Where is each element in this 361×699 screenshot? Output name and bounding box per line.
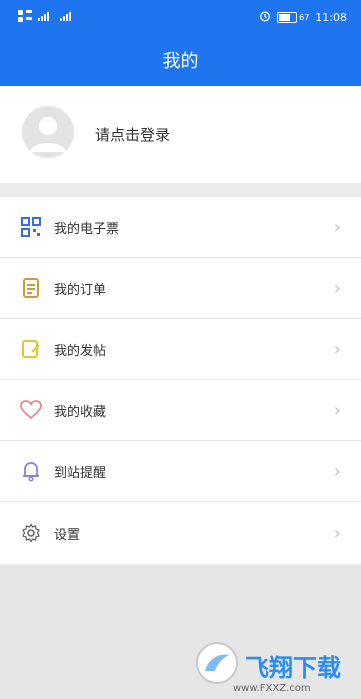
- watermark-brand: 飞翔下载: [245, 653, 341, 682]
- menu-item-arrival-reminder[interactable]: 到站提醒 ›: [0, 441, 361, 502]
- chevron-right-icon: ›: [333, 460, 341, 482]
- menu-item-favorites[interactable]: 我的收藏 ›: [0, 380, 361, 441]
- menu-item-label: 我的发帖: [54, 343, 107, 359]
- menu-item-orders[interactable]: 我的订单 ›: [0, 258, 361, 319]
- sim-icon: [18, 10, 32, 25]
- chevron-right-icon: ›: [333, 338, 341, 360]
- status-left: [18, 10, 76, 25]
- menu-item-label: 我的电子票: [54, 221, 120, 237]
- signal-icon-2: [60, 11, 76, 24]
- status-time: 11:08: [315, 11, 347, 24]
- gear-icon: [20, 522, 42, 544]
- chevron-right-icon: ›: [333, 399, 341, 421]
- battery-level: 67: [299, 13, 310, 22]
- alarm-icon: [259, 10, 271, 25]
- post-icon: [20, 338, 42, 360]
- page-title: 我的: [162, 51, 199, 72]
- menu-item-label: 我的订单: [54, 282, 107, 298]
- avatar[interactable]: [22, 106, 74, 158]
- status-bar: 67 11:08: [0, 0, 361, 34]
- qr-code-icon: [20, 216, 42, 238]
- order-icon: [20, 277, 42, 299]
- watermark-url: www.FXXZ.com: [233, 683, 311, 694]
- chevron-right-icon: ›: [333, 277, 341, 299]
- watermark-logo-icon: [195, 641, 239, 689]
- status-right: 67 11:08: [259, 10, 347, 25]
- login-prompt[interactable]: 请点击登录: [95, 124, 170, 145]
- chevron-right-icon: ›: [333, 522, 341, 544]
- menu-item-settings[interactable]: 设置 ›: [0, 502, 361, 564]
- menu-item-posts[interactable]: 我的发帖 ›: [0, 319, 361, 380]
- menu-item-label: 到站提醒: [54, 465, 107, 481]
- profile-card[interactable]: 请点击登录: [0, 86, 361, 183]
- menu-item-label: 设置: [54, 527, 81, 543]
- bell-icon: [20, 460, 42, 482]
- battery-icon: 67: [277, 12, 309, 23]
- chevron-right-icon: ›: [333, 216, 341, 238]
- app-bar: 我的: [0, 34, 361, 86]
- menu-item-e-ticket[interactable]: 我的电子票 ›: [0, 197, 361, 258]
- menu-list: 我的电子票 › 我的订单 › 我的发帖 › 我的收藏 › 到站提醒 › 设置 ›: [0, 197, 361, 564]
- menu-item-label: 我的收藏: [54, 404, 107, 420]
- heart-icon: [20, 399, 42, 421]
- signal-icon: [38, 11, 54, 24]
- avatar-placeholder-icon: [30, 117, 66, 152]
